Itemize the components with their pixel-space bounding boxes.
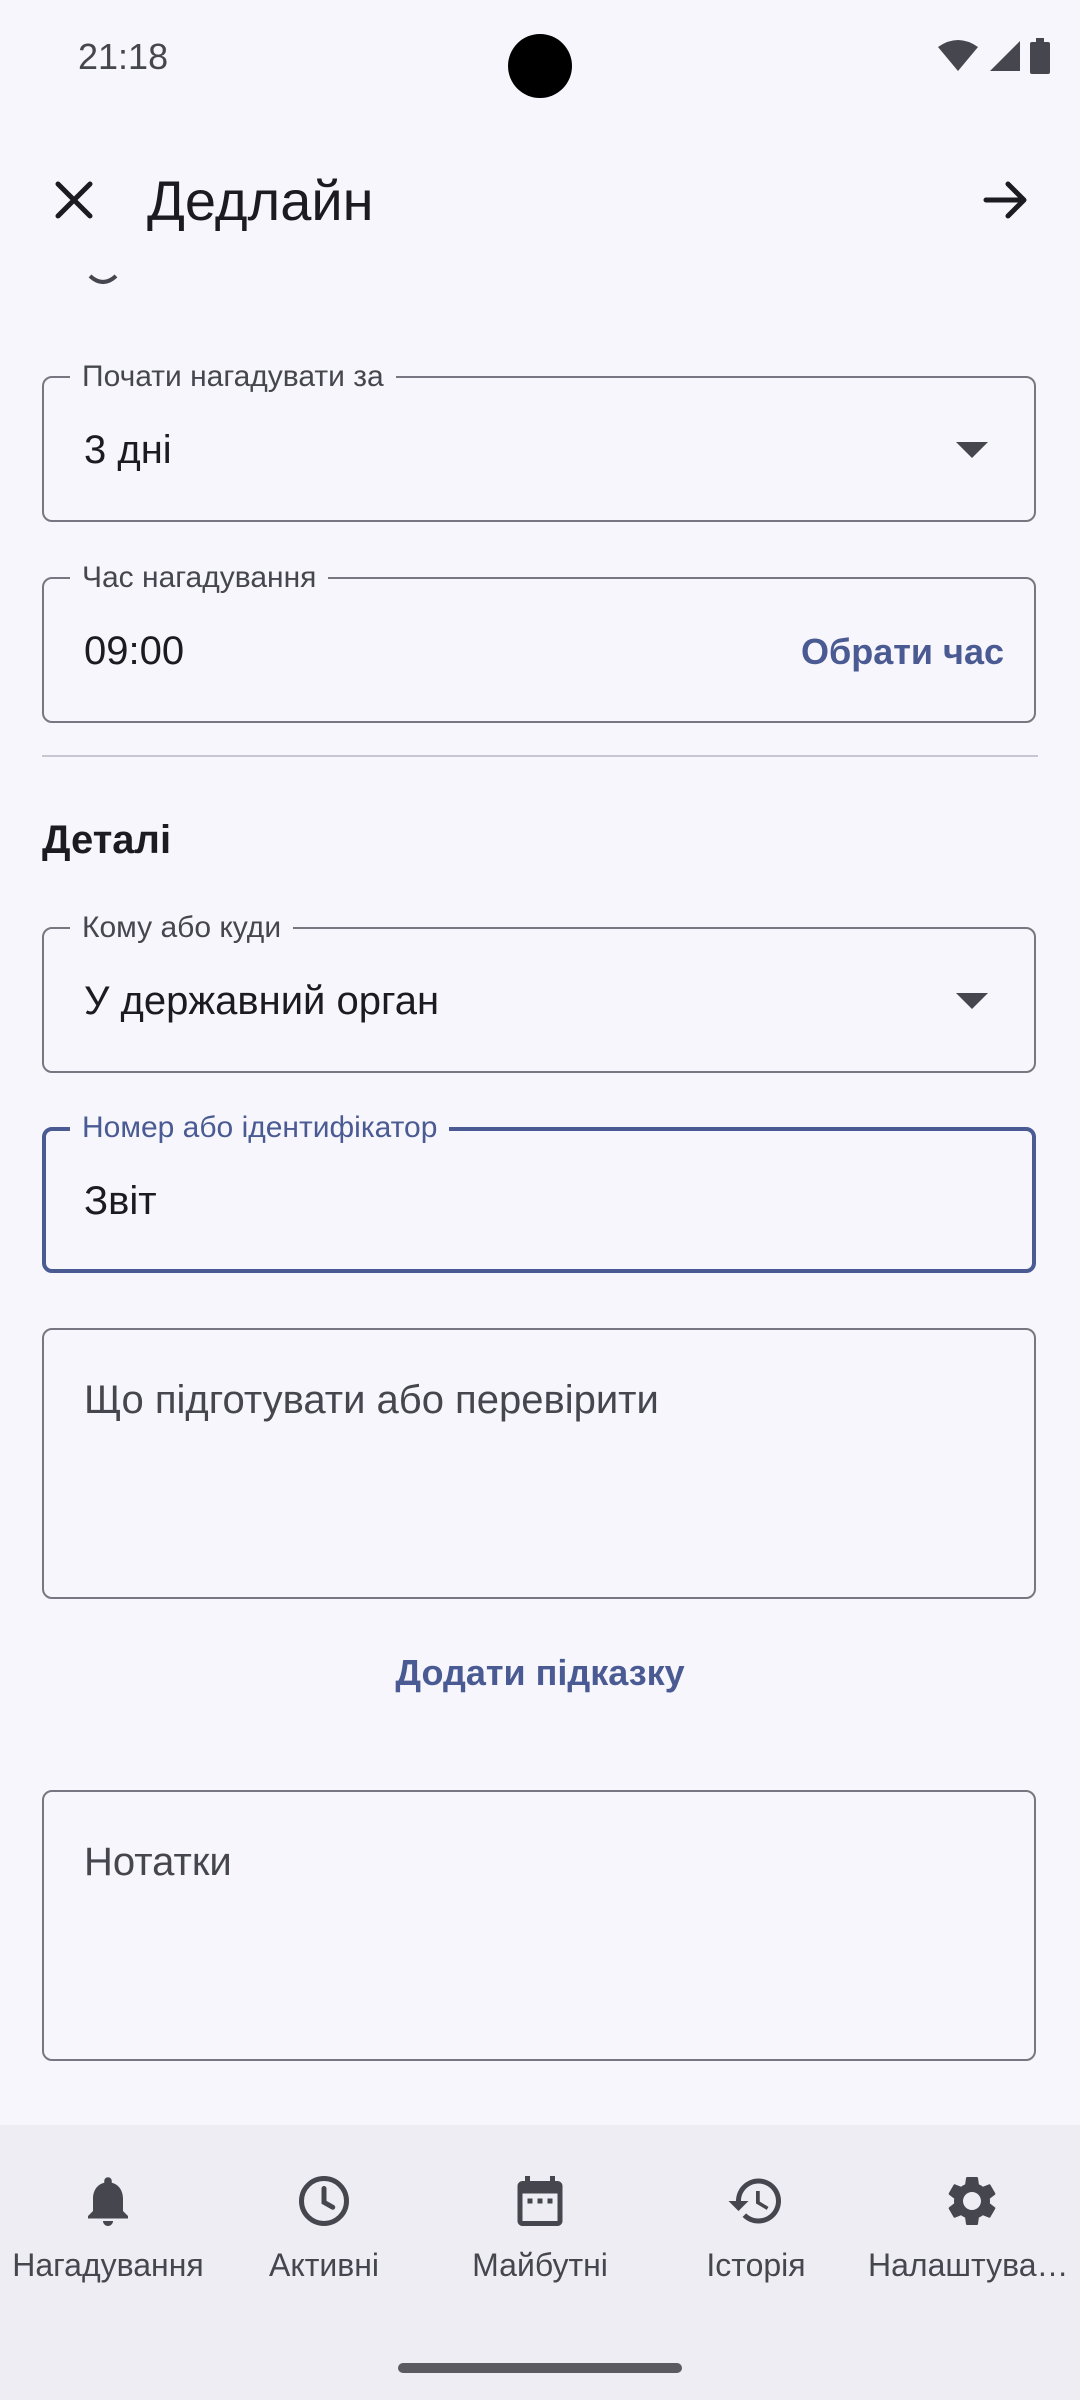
gear-icon: [948, 2177, 996, 2225]
camera-cutout: [508, 34, 572, 98]
close-icon: [55, 181, 93, 219]
nav-label-history: Історія: [706, 2247, 806, 2283]
calendar-icon: [517, 2176, 563, 2226]
next-button[interactable]: [968, 162, 1044, 238]
scrolled-content-fragment: [88, 274, 118, 284]
wifi-icon: [938, 40, 978, 71]
notes-textarea[interactable]: Нотатки: [42, 1790, 1036, 2061]
history-icon: [728, 2178, 781, 2224]
signal-icon: [990, 41, 1020, 71]
reminder-time-label: Час нагадування: [70, 561, 329, 595]
pick-time-button[interactable]: Обрати час: [801, 631, 1004, 673]
page-title: Дедлайн: [147, 169, 374, 232]
bell-icon: [88, 2177, 128, 2226]
status-time: 21:18: [78, 36, 169, 77]
start-reminding-label: Почати нагадувати за: [70, 360, 396, 394]
clock-icon: [299, 2176, 349, 2226]
reminder-time-value: 09:00: [84, 629, 185, 673]
nav-item-active[interactable]: Активні: [216, 2125, 432, 2345]
nav-label-active: Активні: [268, 2247, 379, 2283]
top-app-bar: Дедлайн: [0, 140, 1080, 264]
nav-item-settings[interactable]: Налаштування: [864, 2125, 1080, 2345]
identifier-input[interactable]: Номер або ідентифікатор Звіт: [42, 1111, 1036, 1273]
reminder-time-field[interactable]: Час нагадування 09:00 Обрати час: [42, 561, 1036, 723]
nav-label-upcoming: Майбутні: [472, 2247, 608, 2283]
recipient-value: У державний орган: [84, 979, 440, 1023]
battery-icon: [1030, 38, 1050, 74]
dropdown-arrow-icon: [956, 993, 988, 1009]
nav-item-reminders[interactable]: Нагадування: [0, 2125, 216, 2345]
identifier-value: Звіт: [84, 1179, 157, 1223]
dropdown-arrow-icon: [956, 442, 988, 458]
system-icons: [938, 38, 1050, 74]
identifier-label: Номер або ідентифікатор: [70, 1111, 450, 1145]
recipient-dropdown[interactable]: Кому або куди У державний орган: [42, 911, 1036, 1073]
status-bar: 21:18: [0, 0, 1080, 120]
close-button[interactable]: [36, 162, 112, 238]
recipient-label: Кому або куди: [70, 911, 294, 945]
start-reminding-value: 3 дні: [84, 428, 172, 472]
arrow-forward-icon: [983, 181, 1027, 219]
nav-item-upcoming[interactable]: Майбутні: [432, 2125, 648, 2345]
start-reminding-dropdown[interactable]: Почати нагадувати за 3 дні: [42, 360, 1036, 522]
details-section-title: Деталі: [42, 818, 172, 862]
notes-placeholder: Нотатки: [84, 1840, 232, 1884]
add-hint-button[interactable]: Додати підказку: [0, 1652, 1080, 1694]
prepare-placeholder: Що підготувати або перевірити: [84, 1378, 659, 1422]
home-indicator[interactable]: [398, 2363, 682, 2373]
prepare-textarea[interactable]: Що підготувати або перевірити: [42, 1328, 1036, 1599]
bottom-navigation: Нагадування Активні Майбутні Історія Нал…: [0, 2125, 1080, 2400]
nav-label-settings: Налаштування: [868, 2247, 1080, 2283]
nav-item-history[interactable]: Історія: [648, 2125, 864, 2345]
section-divider: [42, 755, 1038, 757]
nav-label-reminders: Нагадування: [12, 2247, 204, 2283]
